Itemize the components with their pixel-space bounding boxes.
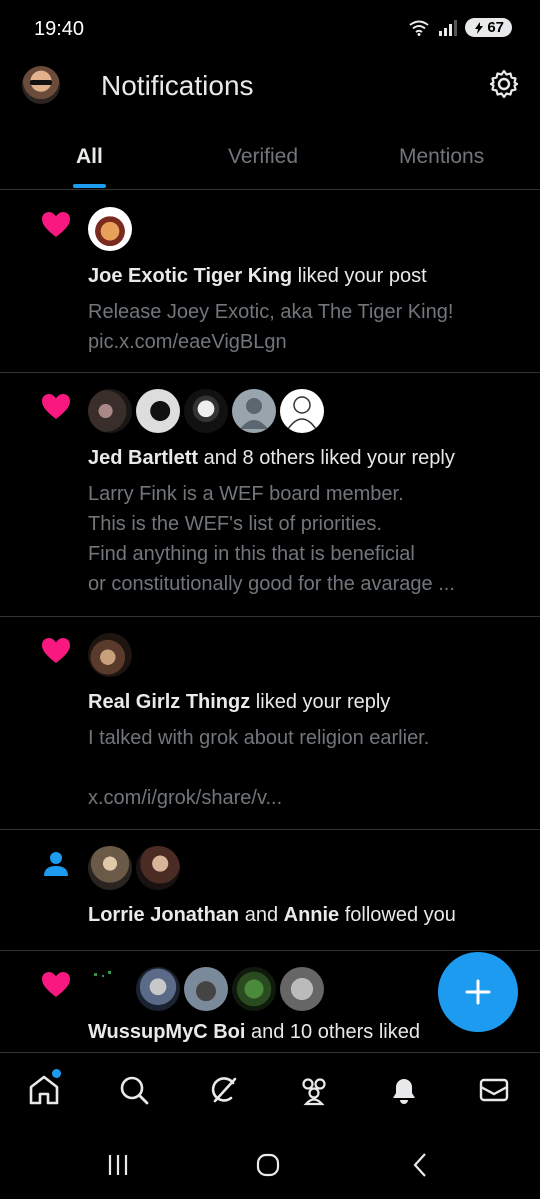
avatar[interactable] <box>184 389 228 433</box>
notification-body: Release Joey Exotic, aka The Tiger King!… <box>88 301 454 353</box>
avatar-image <box>94 971 111 977</box>
person-icon <box>44 852 68 876</box>
bottom-nav <box>0 1052 540 1128</box>
actor-name[interactable]: Joe Exotic Tiger King <box>88 265 292 287</box>
avatar[interactable] <box>136 389 180 433</box>
wifi-icon <box>409 20 429 36</box>
avatar[interactable] <box>88 633 132 677</box>
home-circle-icon[interactable] <box>253 1150 283 1180</box>
notification-item[interactable]: Jed Bartlett and 8 others liked your rep… <box>0 373 540 617</box>
compose-button[interactable] <box>438 952 518 1032</box>
avatar-group <box>88 633 132 677</box>
avatar[interactable] <box>88 846 132 890</box>
home-icon[interactable] <box>27 1073 61 1107</box>
default-avatar-icon <box>240 398 268 429</box>
grok-icon[interactable] <box>207 1073 241 1107</box>
heart-icon <box>42 638 70 663</box>
page-title: Notifications <box>101 70 254 101</box>
notification-item[interactable]: Real Girlz Thingz liked your reply I tal… <box>0 617 540 830</box>
back-icon[interactable] <box>405 1150 435 1180</box>
avatar[interactable] <box>88 967 132 1011</box>
actor-name[interactable]: Real Girlz Thingz <box>88 691 250 713</box>
avatar[interactable] <box>88 389 132 433</box>
avatar[interactable] <box>280 389 324 433</box>
actor-name[interactable]: Jed Bartlett <box>88 447 198 469</box>
communities-icon[interactable] <box>297 1073 331 1107</box>
notification-title: Jed Bartlett and 8 others liked your rep… <box>88 447 455 470</box>
actor-name[interactable]: Annie <box>284 904 340 926</box>
home-badge-dot <box>52 1069 61 1078</box>
tab-bar: All Verified Mentions <box>0 130 540 190</box>
signal-icon <box>439 19 458 36</box>
avatar-group <box>88 207 132 251</box>
notification-action: liked your reply <box>314 447 455 469</box>
avatar[interactable] <box>136 967 180 1011</box>
profile-avatar[interactable] <box>22 66 60 104</box>
notification-item[interactable]: Joe Exotic Tiger King liked your post Re… <box>0 191 540 373</box>
avatar[interactable] <box>232 389 276 433</box>
tab-indicator <box>73 184 106 188</box>
actor-name[interactable]: Lorrie Jonathan <box>88 904 239 926</box>
notification-action: liked your post <box>292 265 427 287</box>
tab-mentions[interactable]: Mentions <box>399 145 484 169</box>
battery-level: 67 <box>487 19 504 36</box>
tab-verified[interactable]: Verified <box>228 145 298 169</box>
notification-item[interactable]: Lorrie Jonathan and Annie followed you <box>0 830 540 951</box>
notification-conjunction: and <box>239 904 284 926</box>
notification-title: Joe Exotic Tiger King liked your post <box>88 265 427 288</box>
status-icons: 67 <box>409 18 512 37</box>
bell-icon[interactable] <box>387 1073 421 1107</box>
plus-icon <box>465 979 491 1005</box>
heart-icon <box>42 212 70 237</box>
heart-icon <box>42 394 70 419</box>
notification-title: WussupMyC Boi and 10 others liked <box>88 1021 420 1044</box>
system-nav <box>0 1128 540 1199</box>
avatar-group <box>88 846 180 890</box>
status-time: 19:40 <box>34 18 85 40</box>
tab-all[interactable]: All <box>76 145 103 169</box>
status-bar: 19:40 67 <box>0 0 540 60</box>
person-outline-icon <box>287 396 317 430</box>
avatar-group <box>88 389 324 433</box>
avatar[interactable] <box>88 207 132 251</box>
gear-icon[interactable] <box>488 68 520 100</box>
notification-others[interactable]: and 8 others <box>198 447 315 469</box>
avatar-group <box>88 967 324 1011</box>
notification-action: liked your reply <box>250 691 391 713</box>
actor-name[interactable]: WussupMyC Boi <box>88 1021 245 1043</box>
avatar[interactable] <box>184 967 228 1011</box>
notification-title: Lorrie Jonathan and Annie followed you <box>88 904 456 927</box>
header: Notifications <box>0 60 540 120</box>
mail-icon[interactable] <box>477 1073 511 1107</box>
search-icon[interactable] <box>117 1073 151 1107</box>
notification-title: Real Girlz Thingz liked your reply <box>88 691 390 714</box>
battery-badge: 67 <box>465 18 512 37</box>
notification-body: Larry Fink is a WEF board member. This i… <box>88 483 455 595</box>
charging-icon <box>475 21 484 34</box>
recents-icon[interactable] <box>103 1150 133 1180</box>
avatar[interactable] <box>136 846 180 890</box>
heart-icon <box>42 972 70 997</box>
avatar[interactable] <box>280 967 324 1011</box>
notification-action: followed you <box>339 904 456 926</box>
notification-others[interactable]: and 10 others liked <box>245 1021 420 1043</box>
avatar[interactable] <box>232 967 276 1011</box>
notification-body: I talked with grok about religion earlie… <box>88 727 430 809</box>
